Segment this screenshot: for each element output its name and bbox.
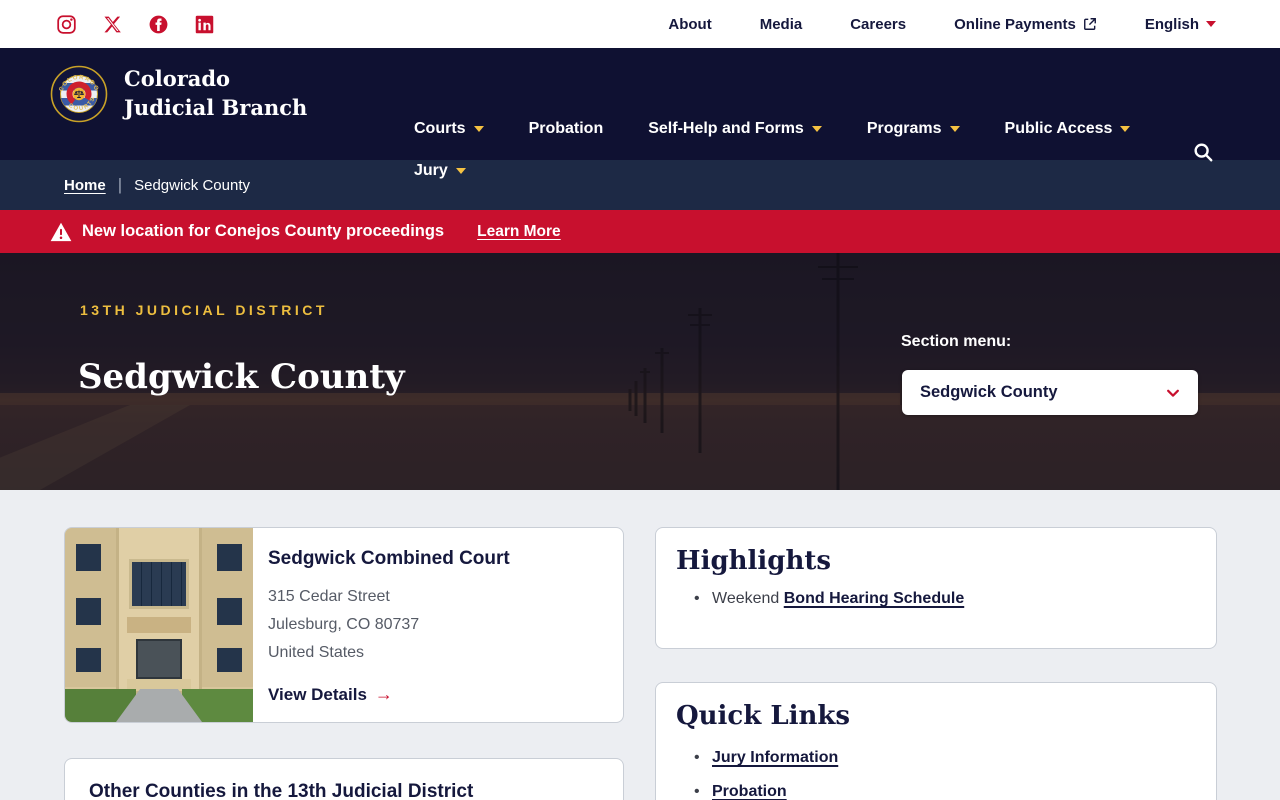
alert-learn-more-link[interactable]: Learn More xyxy=(477,223,561,241)
address-line-2: Julesburg, CO 80737 xyxy=(268,616,420,633)
chevron-down-icon xyxy=(811,126,822,132)
top-links: About Media Careers Online Payments Engl… xyxy=(668,16,1216,33)
section-menu-value: Sedgwick County xyxy=(920,383,1058,401)
highlights-card: Highlights Weekend Bond Hearing Schedule xyxy=(655,527,1217,649)
chevron-down-icon xyxy=(455,168,466,174)
main-navigation: Courts Probation Self-Help and Forms Pro… xyxy=(414,120,1184,180)
court-name: Sedgwick Combined Court xyxy=(268,548,510,569)
nav-courts-label: Courts xyxy=(414,120,466,137)
courthouse-photo xyxy=(65,528,253,722)
facebook-icon[interactable] xyxy=(148,14,169,35)
view-details-link[interactable]: View Details → xyxy=(268,684,393,705)
chevron-down-icon xyxy=(1120,126,1131,132)
arrow-right-icon: → xyxy=(374,684,393,704)
external-link-icon xyxy=(1083,17,1097,31)
breadcrumb-separator: | xyxy=(117,175,123,194)
x-twitter-icon[interactable] xyxy=(102,14,123,35)
instagram-icon[interactable] xyxy=(56,14,77,35)
colorado-courts-seal-logo: COLORADO COURTS xyxy=(50,65,108,123)
language-selector[interactable]: English xyxy=(1145,16,1216,33)
main-header: COLORADO COURTS Colorado Judicial Branch… xyxy=(0,48,1280,179)
breadcrumb-current: Sedgwick County xyxy=(134,176,251,194)
judicial-district-eyebrow: 13TH JUDICIAL DISTRICT xyxy=(80,302,328,318)
address-line-3: United States xyxy=(268,644,365,661)
top-link-media[interactable]: Media xyxy=(760,16,803,33)
nav-self-help-label: Self-Help and Forms xyxy=(648,120,804,137)
online-payments-label: Online Payments xyxy=(954,15,1076,33)
bond-hearing-schedule-link[interactable]: Bond Hearing Schedule xyxy=(784,590,964,607)
highlights-title: Highlights xyxy=(676,546,832,576)
nav-programs-label: Programs xyxy=(866,120,942,137)
linkedin-icon[interactable] xyxy=(194,14,215,35)
alert-message: New location for Conejos County proceedi… xyxy=(82,222,445,240)
chevron-down-icon xyxy=(1167,389,1179,397)
page-content: Sedgwick Combined Court 315 Cedar Street… xyxy=(0,490,1280,800)
nav-programs[interactable]: Programs xyxy=(867,120,960,138)
highlight-item: Weekend Bond Hearing Schedule xyxy=(694,590,1196,608)
search-icon[interactable] xyxy=(1192,141,1214,163)
nav-courts[interactable]: Courts xyxy=(414,120,484,138)
nav-public-access-label: Public Access xyxy=(1004,120,1113,137)
court-address: 315 Cedar Street Julesburg, CO 80737 Uni… xyxy=(268,583,510,667)
breadcrumb-home-link[interactable]: Home xyxy=(64,177,106,194)
top-link-online-payments[interactable]: Online Payments xyxy=(954,16,1097,33)
warning-icon xyxy=(50,222,72,241)
chevron-down-icon xyxy=(949,126,960,132)
chevron-down-icon xyxy=(1206,21,1216,27)
nav-jury-label: Jury xyxy=(414,162,448,179)
quick-link-item: Jury Information xyxy=(694,749,1196,767)
other-counties-card: Other Counties in the 13th Judicial Dist… xyxy=(64,758,624,800)
chevron-down-icon xyxy=(473,126,484,132)
nav-jury[interactable]: Jury xyxy=(414,162,466,180)
quick-links-card: Quick Links Jury Information Probation xyxy=(655,682,1217,800)
nav-self-help-and-forms[interactable]: Self-Help and Forms xyxy=(648,120,822,138)
section-menu-dropdown[interactable]: Sedgwick County xyxy=(902,370,1198,415)
location-card: Sedgwick Combined Court 315 Cedar Street… xyxy=(64,527,624,723)
nav-probation[interactable]: Probation xyxy=(529,120,604,138)
top-utility-bar: About Media Careers Online Payments Engl… xyxy=(0,0,1280,48)
top-link-about[interactable]: About xyxy=(668,16,711,33)
brand[interactable]: COLORADO COURTS Colorado Judicial Branch xyxy=(50,65,314,123)
section-menu-label: Section menu: xyxy=(901,333,1012,350)
probation-link[interactable]: Probation xyxy=(712,783,787,800)
nav-probation-label: Probation xyxy=(528,120,604,137)
social-links xyxy=(56,14,215,35)
quick-links-title: Quick Links xyxy=(676,701,851,731)
alert-banner: New location for Conejos County proceedi… xyxy=(0,210,1280,253)
address-line-1: 315 Cedar Street xyxy=(268,588,390,605)
jury-information-link[interactable]: Jury Information xyxy=(712,749,838,766)
site-title: Colorado Judicial Branch xyxy=(124,66,308,120)
page-title: Sedgwick County xyxy=(78,357,405,397)
hero-banner: 13TH JUDICIAL DISTRICT Sedgwick County S… xyxy=(0,253,1280,490)
other-counties-title: Other Counties in the 13th Judicial Dist… xyxy=(89,781,474,800)
view-details-label: View Details xyxy=(268,684,367,704)
top-link-careers[interactable]: Careers xyxy=(850,16,906,33)
language-label: English xyxy=(1144,15,1199,33)
nav-public-access[interactable]: Public Access xyxy=(1005,120,1131,138)
quick-link-item: Probation xyxy=(694,783,1196,800)
highlight-item-prefix: Weekend xyxy=(712,590,784,607)
